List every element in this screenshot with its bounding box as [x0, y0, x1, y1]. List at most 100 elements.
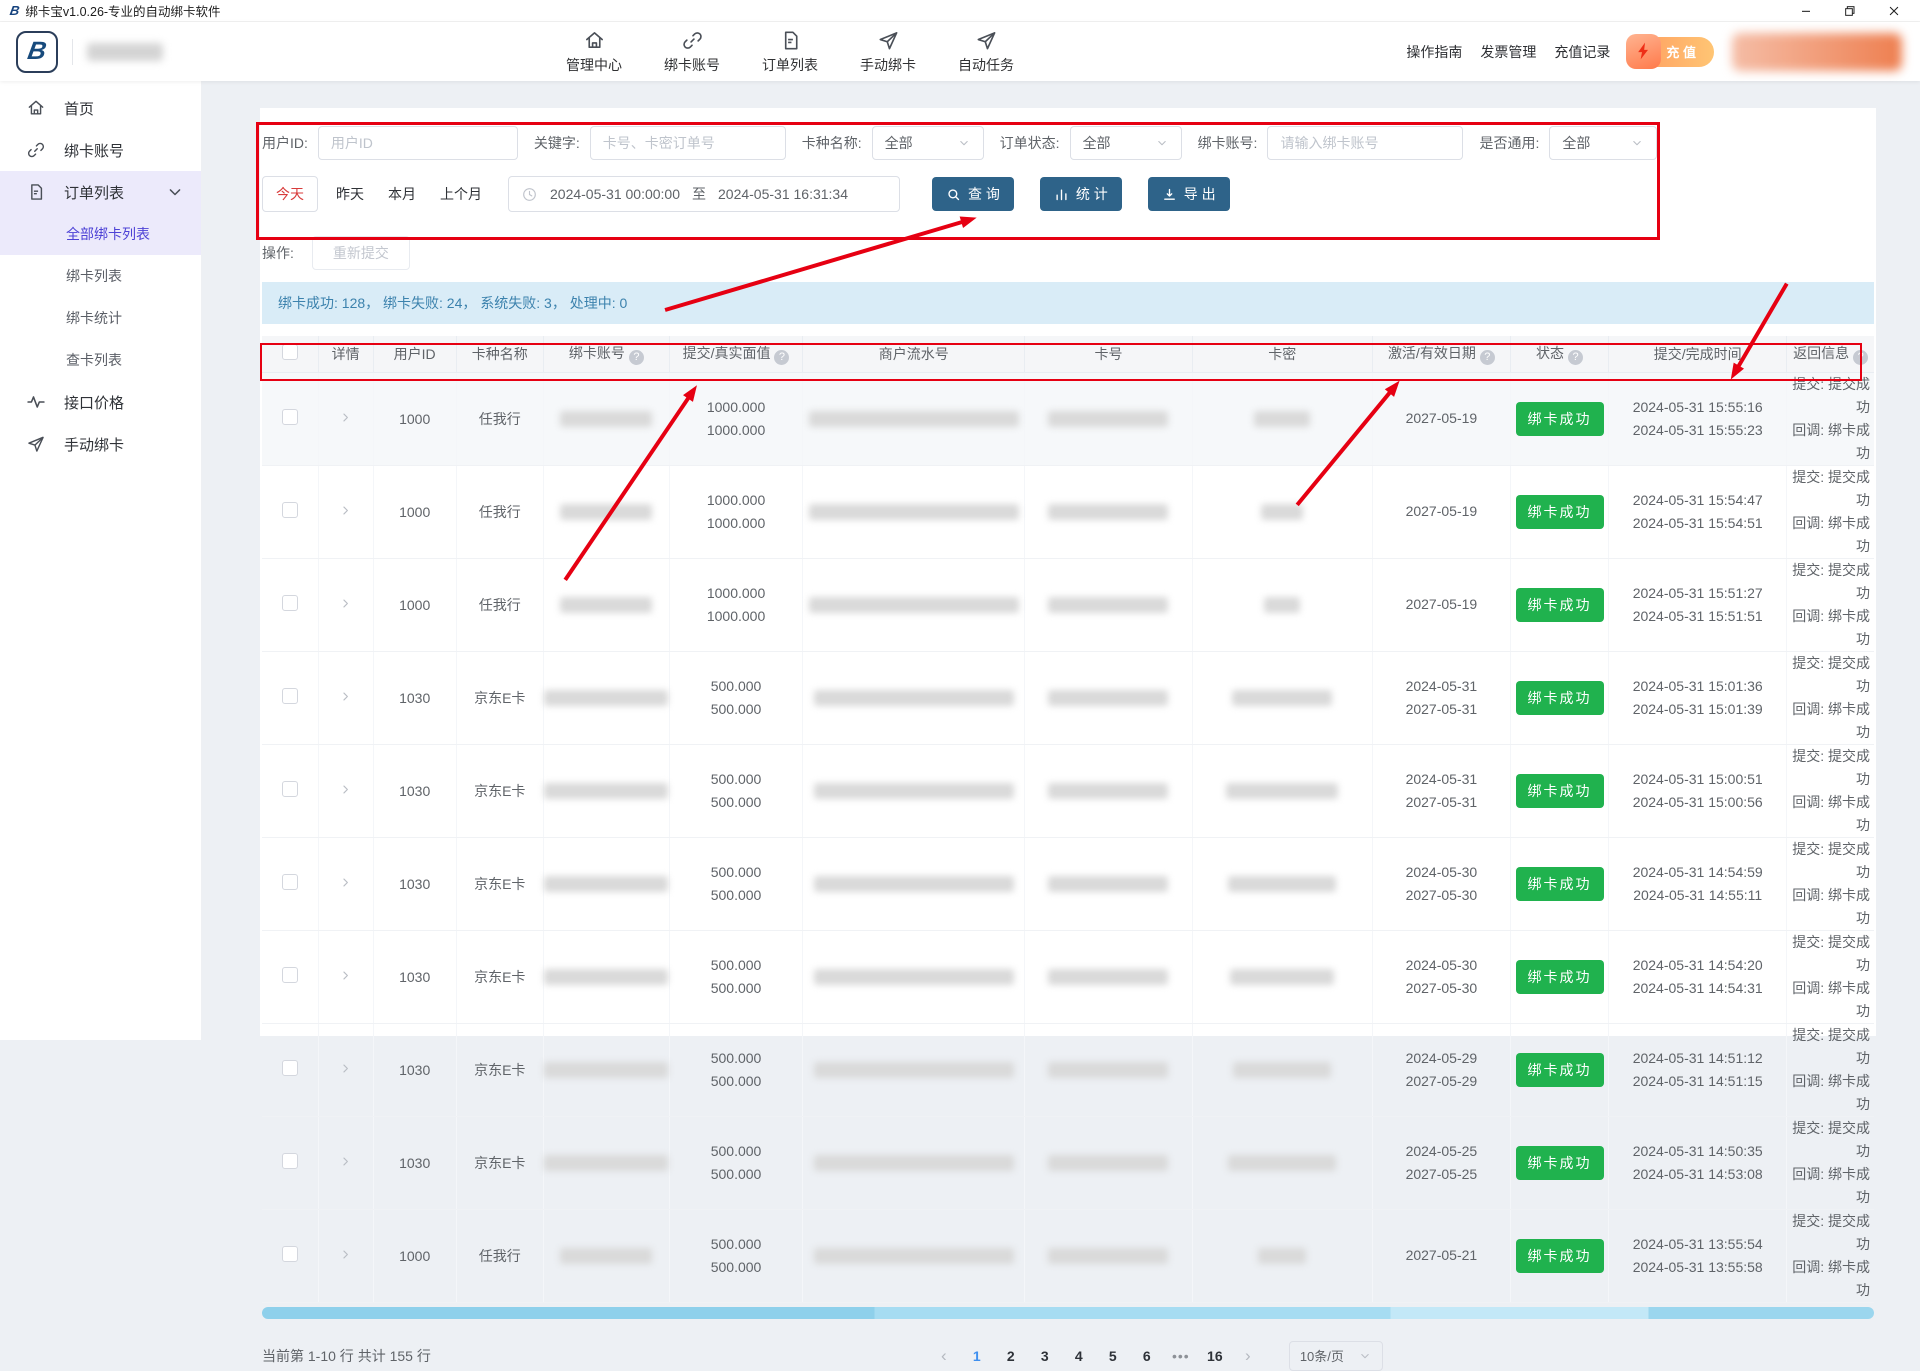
date-value: 2027-05-21: [1373, 1244, 1510, 1267]
filter-select-order-status[interactable]: 全部: [1070, 126, 1182, 160]
nav-auto-task[interactable]: 自动任务: [947, 29, 1025, 75]
help-icon[interactable]: ?: [1853, 350, 1868, 365]
cell-card-type: 任我行: [456, 465, 543, 558]
page-button-16[interactable]: 16: [1201, 1342, 1229, 1370]
filter-select-universal[interactable]: 全部: [1549, 126, 1657, 160]
sidebar-item-home[interactable]: 首页: [0, 87, 201, 129]
filter-input-bind-account[interactable]: 请输入绑卡账号: [1267, 126, 1463, 160]
sidebar-subitem-all-bind-list[interactable]: 全部绑卡列表: [0, 213, 201, 255]
row-checkbox[interactable]: [282, 781, 298, 797]
blurred-account-button[interactable]: [1732, 33, 1902, 71]
select-all-checkbox[interactable]: [282, 344, 298, 360]
restore-icon[interactable]: [1842, 3, 1858, 19]
link-recharge-records[interactable]: 充值记录: [1554, 42, 1610, 62]
page-size-select[interactable]: 10条/页: [1289, 1341, 1383, 1371]
shortcut-yesterday[interactable]: 昨天: [324, 184, 376, 204]
filter-input-user-id[interactable]: 用户ID: [318, 126, 518, 160]
expand-row-icon[interactable]: [338, 1061, 353, 1076]
export-button[interactable]: 导 出: [1148, 177, 1230, 211]
shortcut-this-month[interactable]: 本月: [376, 184, 428, 204]
row-checkbox[interactable]: [282, 1246, 298, 1262]
shortcut-last-month[interactable]: 上个月: [428, 184, 494, 204]
filter-select-card-type[interactable]: 全部: [872, 126, 984, 160]
stats-button[interactable]: 统 计: [1040, 177, 1122, 211]
nav-order-list[interactable]: 订单列表: [751, 29, 829, 75]
row-checkbox[interactable]: [282, 967, 298, 983]
minimize-icon[interactable]: [1798, 3, 1814, 19]
cell-dates: 2024-05-292027-05-29: [1372, 1023, 1510, 1116]
help-icon[interactable]: ?: [774, 350, 789, 365]
sidebar-subitem-check-card-list[interactable]: 查卡列表: [0, 339, 201, 381]
page-button-3[interactable]: 3: [1031, 1342, 1059, 1370]
cell-card-secret: [1192, 651, 1372, 744]
redacted-text: [1048, 504, 1168, 520]
result-value: 回调: 绑卡成功: [1787, 1256, 1870, 1302]
expand-row-icon[interactable]: [338, 875, 353, 890]
expand-row-icon[interactable]: [338, 689, 353, 704]
prev-page-button[interactable]: ‹: [931, 1346, 957, 1366]
cell-user-id: 1030: [373, 837, 456, 930]
col-header-face-value: 提交/真实面值?: [669, 336, 802, 372]
sidebar-item-bind-account[interactable]: 绑卡账号: [0, 129, 201, 171]
cell-detail: [318, 837, 373, 930]
cell-result: 提交: 提交成功回调: 绑卡成功: [1787, 930, 1874, 1023]
page-button-6[interactable]: 6: [1133, 1342, 1161, 1370]
row-checkbox[interactable]: [282, 1153, 298, 1169]
cell-select: [262, 1023, 318, 1116]
nav-label: 管理中心: [566, 55, 622, 75]
cell-detail: [318, 1209, 373, 1302]
link-invoice-management[interactable]: 发票管理: [1480, 42, 1536, 62]
help-icon[interactable]: ?: [1480, 350, 1495, 365]
expand-row-icon[interactable]: [338, 1247, 353, 1262]
row-checkbox[interactable]: [282, 688, 298, 704]
close-icon[interactable]: [1886, 3, 1902, 19]
row-checkbox[interactable]: [282, 874, 298, 890]
expand-row-icon[interactable]: [338, 410, 353, 425]
time-value: 2024-05-31 14:53:08: [1609, 1163, 1786, 1186]
col-header-submit-time: 提交/完成时间: [1609, 336, 1787, 372]
help-icon[interactable]: ?: [629, 350, 644, 365]
cell-dates: 2027-05-21: [1372, 1209, 1510, 1302]
page-button-4[interactable]: 4: [1065, 1342, 1093, 1370]
row-checkbox[interactable]: [282, 595, 298, 611]
nav-bind-account[interactable]: 绑卡账号: [653, 29, 731, 75]
expand-row-icon[interactable]: [338, 782, 353, 797]
cell-card-type: 任我行: [456, 1209, 543, 1302]
expand-row-icon[interactable]: [338, 1154, 353, 1169]
sidebar-subitem-bind-list[interactable]: 绑卡列表: [0, 255, 201, 297]
expand-row-icon[interactable]: [338, 968, 353, 983]
home-icon: [583, 29, 606, 52]
search-button[interactable]: 查 询: [932, 177, 1014, 211]
link-operation-guide[interactable]: 操作指南: [1406, 42, 1462, 62]
redacted-text: [1048, 411, 1168, 427]
nav-management-center[interactable]: 管理中心: [555, 29, 633, 75]
cell-status: 绑卡成功: [1510, 930, 1608, 1023]
recharge-button[interactable]: 充 值: [1634, 37, 1714, 67]
expand-row-icon[interactable]: [338, 503, 353, 518]
sidebar-item-manual-bind[interactable]: 手动绑卡: [0, 423, 201, 465]
shortcut-today[interactable]: 今天: [262, 176, 318, 212]
row-checkbox[interactable]: [282, 502, 298, 518]
page-button-2[interactable]: 2: [997, 1342, 1025, 1370]
page-button-5[interactable]: 5: [1099, 1342, 1127, 1370]
help-icon[interactable]: ?: [1568, 350, 1583, 365]
filter-input-keyword[interactable]: 卡号、卡密订单号: [590, 126, 786, 160]
expand-row-icon[interactable]: [338, 596, 353, 611]
nav-manual-bind[interactable]: 手动绑卡: [849, 29, 927, 75]
next-page-button[interactable]: ›: [1235, 1346, 1261, 1366]
sidebar-item-api-price[interactable]: 接口价格: [0, 381, 201, 423]
row-checkbox[interactable]: [282, 409, 298, 425]
resubmit-button[interactable]: 重新提交: [312, 236, 410, 270]
date-range-input[interactable]: 2024-05-31 00:00:00 至 2024-05-31 16:31:3…: [508, 176, 900, 212]
horizontal-scrollbar[interactable]: [262, 1307, 1874, 1319]
page-ellipsis[interactable]: •••: [1167, 1342, 1195, 1370]
cell-card-type: 京东E卡: [456, 651, 543, 744]
table-row: 1030京东E卡500.000500.0002024-05-292027-05-…: [262, 1023, 1874, 1116]
row-checkbox[interactable]: [282, 1060, 298, 1076]
page-button-1[interactable]: 1: [963, 1342, 991, 1370]
time-value: 2024-05-31 14:50:35: [1609, 1140, 1786, 1163]
status-badge: 绑卡成功: [1516, 402, 1604, 436]
col-header-select: [262, 336, 318, 372]
sidebar-item-order-list[interactable]: 订单列表: [0, 171, 201, 213]
sidebar-subitem-bind-stats[interactable]: 绑卡统计: [0, 297, 201, 339]
